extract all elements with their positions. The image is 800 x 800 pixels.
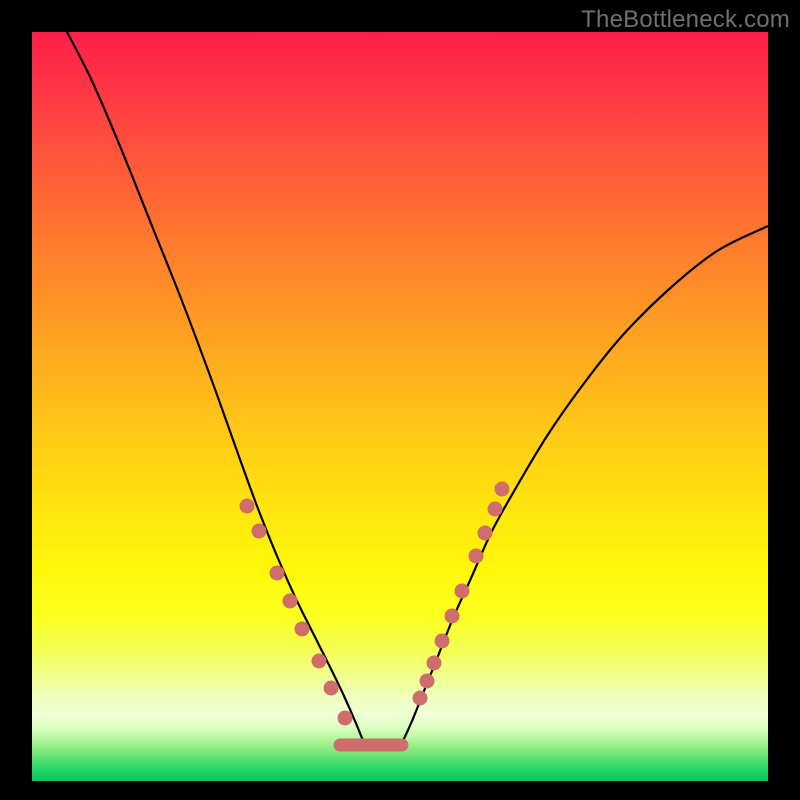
- marker-dot: [420, 674, 435, 689]
- marker-dot: [488, 502, 503, 517]
- plot-area: [32, 32, 768, 781]
- marker-dot: [495, 482, 510, 497]
- marker-layer: [32, 32, 768, 781]
- markers-right: [413, 482, 510, 706]
- marker-dot: [252, 524, 267, 539]
- marker-dot: [445, 609, 460, 624]
- marker-dot: [312, 654, 327, 669]
- marker-dot: [435, 634, 450, 649]
- marker-dot: [455, 584, 470, 599]
- watermark-text: TheBottleneck.com: [581, 6, 790, 34]
- marker-dot: [478, 526, 493, 541]
- marker-dot: [283, 594, 298, 609]
- marker-dot: [427, 656, 442, 671]
- chart-frame: TheBottleneck.com: [0, 0, 800, 800]
- marker-dot: [240, 499, 255, 514]
- marker-dot: [295, 622, 310, 637]
- marker-dot: [324, 681, 339, 696]
- markers-left: [240, 499, 353, 726]
- marker-dot: [469, 549, 484, 564]
- marker-dot: [270, 566, 285, 581]
- marker-dot: [338, 711, 353, 726]
- marker-dot: [413, 691, 428, 706]
